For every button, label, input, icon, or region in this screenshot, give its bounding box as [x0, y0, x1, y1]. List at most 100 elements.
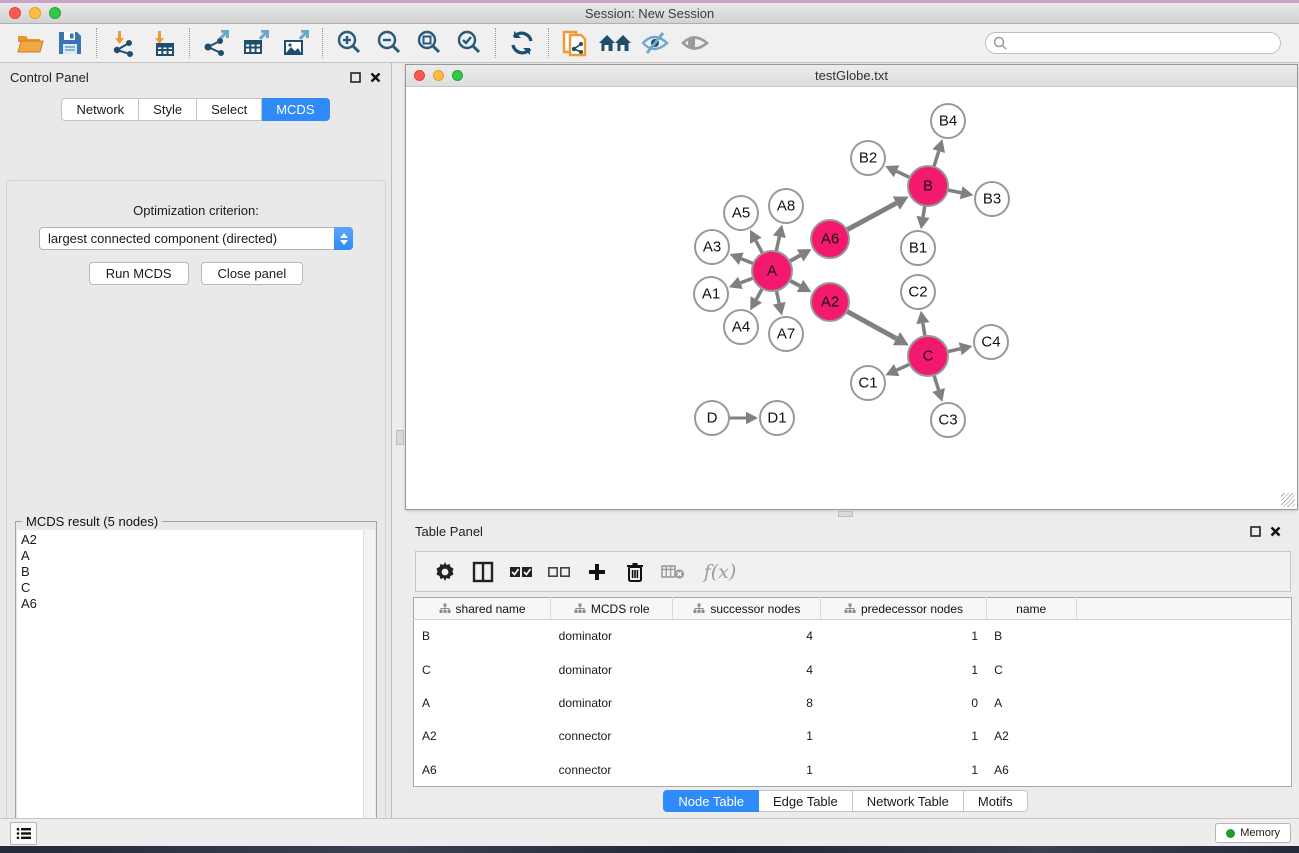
mcds-result-list[interactable]: A2ABCA6 — [17, 530, 375, 853]
control-panel-title: Control Panel — [10, 70, 89, 85]
tab-node-table[interactable]: Node Table — [663, 790, 759, 812]
tab-style[interactable]: Style — [139, 98, 197, 121]
table-row[interactable]: Adominator80A — [414, 686, 1292, 719]
table-cell[interactable]: dominator — [551, 653, 673, 686]
table-cell[interactable]: 1 — [821, 753, 986, 786]
table-cell[interactable]: dominator — [551, 620, 673, 653]
table-settings-icon[interactable] — [428, 555, 462, 589]
tab-motifs[interactable]: Motifs — [964, 790, 1028, 812]
graph-canvas[interactable]: B4B2BB3B1A5A8A6A3AA1C2A2A4A7C4CC1C3DD1 — [406, 87, 1297, 509]
table-cell[interactable]: 4 — [673, 620, 821, 653]
table-cell[interactable]: C — [986, 653, 1076, 686]
open-file-icon[interactable] — [10, 27, 50, 59]
float-table-panel-icon[interactable] — [1250, 526, 1261, 537]
table-row[interactable]: A6connector11A6 — [414, 753, 1292, 786]
column-panel-icon[interactable] — [466, 555, 500, 589]
tab-edge-table[interactable]: Edge Table — [759, 790, 853, 812]
table-cell[interactable]: C — [414, 653, 551, 686]
table-row[interactable]: Bdominator41B — [414, 620, 1292, 653]
result-list-item[interactable]: B — [21, 564, 375, 580]
import-table-icon[interactable] — [143, 27, 183, 59]
result-list-item[interactable]: A6 — [21, 596, 375, 612]
criterion-dropdown[interactable]: largest connected component (directed) — [39, 227, 353, 250]
column-header-MCDS-role[interactable]: MCDS role — [551, 598, 673, 620]
table-cell[interactable]: 1 — [673, 720, 821, 753]
node-label-A4: A4 — [732, 319, 750, 336]
import-network-icon[interactable] — [103, 27, 143, 59]
table-cell[interactable]: A2 — [986, 720, 1076, 753]
column-header-name[interactable]: name — [986, 598, 1076, 620]
column-header-empty[interactable] — [1076, 598, 1291, 620]
table-cell[interactable]: 0 — [821, 686, 986, 719]
main-titlebar[interactable]: Session: New Session — [0, 3, 1299, 24]
export-network-icon[interactable] — [196, 27, 236, 59]
table-cell[interactable] — [1076, 653, 1291, 686]
float-panel-icon[interactable] — [350, 72, 361, 83]
table-cell[interactable]: 4 — [673, 653, 821, 686]
export-image-icon[interactable] — [276, 27, 316, 59]
close-panel-icon[interactable] — [370, 72, 381, 83]
table-header-row[interactable]: shared nameMCDS rolesuccessor nodesprede… — [414, 598, 1292, 620]
refresh-icon[interactable] — [502, 27, 542, 59]
result-list-item[interactable]: C — [21, 580, 375, 596]
split-divider-handle[interactable] — [396, 430, 404, 445]
table-cell[interactable]: dominator — [551, 686, 673, 719]
table-cell[interactable] — [1076, 753, 1291, 786]
column-header-predecessor-nodes[interactable]: predecessor nodes — [821, 598, 986, 620]
table-row[interactable]: A2connector11A2 — [414, 720, 1292, 753]
column-header-shared-name[interactable]: shared name — [414, 598, 551, 620]
tab-network[interactable]: Network — [61, 98, 139, 121]
table-cell[interactable]: 1 — [821, 620, 986, 653]
table-cell[interactable] — [1076, 620, 1291, 653]
table-cell[interactable] — [1076, 720, 1291, 753]
zoom-fit-icon[interactable] — [409, 27, 449, 59]
table-cell[interactable]: connector — [551, 753, 673, 786]
table-cell[interactable]: connector — [551, 720, 673, 753]
table-cell[interactable]: A — [414, 686, 551, 719]
deselect-all-icon[interactable] — [542, 555, 576, 589]
zoom-selected-icon[interactable] — [449, 27, 489, 59]
table-cell[interactable]: 1 — [673, 753, 821, 786]
task-history-button[interactable] — [10, 822, 37, 845]
table-cell[interactable]: 1 — [821, 653, 986, 686]
table-cell[interactable]: 8 — [673, 686, 821, 719]
tab-mcds[interactable]: MCDS — [262, 98, 329, 121]
table-cell[interactable]: A6 — [986, 753, 1076, 786]
function-builder-icon[interactable]: f(x) — [694, 555, 746, 589]
delete-row-icon[interactable] — [618, 555, 652, 589]
memory-button[interactable]: Memory — [1215, 823, 1291, 843]
table-cell[interactable]: A2 — [414, 720, 551, 753]
zoom-out-icon[interactable] — [369, 27, 409, 59]
tab-network-table[interactable]: Network Table — [853, 790, 964, 812]
zoom-in-icon[interactable] — [329, 27, 369, 59]
network-window-titlebar[interactable]: testGlobe.txt — [406, 65, 1297, 87]
table-cell[interactable]: 1 — [821, 720, 986, 753]
table-cell[interactable]: B — [414, 620, 551, 653]
tab-select[interactable]: Select — [197, 98, 262, 121]
add-row-icon[interactable] — [580, 555, 614, 589]
table-cell[interactable]: A — [986, 686, 1076, 719]
column-header-successor-nodes[interactable]: successor nodes — [673, 598, 821, 620]
table-cell[interactable] — [1076, 686, 1291, 719]
hide-graphics-icon[interactable] — [635, 27, 675, 59]
show-graphics-icon[interactable] — [675, 27, 715, 59]
table-row[interactable]: Cdominator41C — [414, 653, 1292, 686]
select-all-icon[interactable] — [504, 555, 538, 589]
table-cell[interactable]: B — [986, 620, 1076, 653]
close-table-panel-icon[interactable] — [1270, 526, 1281, 537]
resize-grip-icon[interactable] — [1281, 493, 1295, 507]
save-session-icon[interactable] — [50, 27, 90, 59]
result-list-item[interactable]: A — [21, 548, 375, 564]
run-mcds-button[interactable]: Run MCDS — [89, 262, 189, 285]
result-list-item[interactable]: A2 — [21, 532, 375, 548]
result-scrollbar[interactable] — [363, 530, 375, 853]
home-view-icon[interactable] — [595, 27, 635, 59]
node-table[interactable]: shared nameMCDS rolesuccessor nodesprede… — [413, 597, 1292, 787]
export-table-icon[interactable] — [236, 27, 276, 59]
clone-network-icon[interactable] — [555, 27, 595, 59]
close-panel-button[interactable]: Close panel — [201, 262, 304, 285]
network-graph[interactable]: B4B2BB3B1A5A8A6A3AA1C2A2A4A7C4CC1C3DD1 — [406, 87, 1297, 509]
table-cell[interactable]: A6 — [414, 753, 551, 786]
search-input[interactable] — [985, 32, 1281, 54]
delete-table-icon[interactable] — [656, 555, 690, 589]
